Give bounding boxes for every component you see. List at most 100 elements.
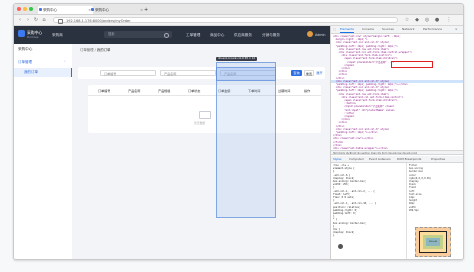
devtools-tab-elements[interactable]: Elements — [340, 27, 354, 33]
user-name[interactable]: Admin — [315, 33, 326, 37]
browser-tab-1[interactable]: 采购中心 × — [38, 6, 93, 14]
minimize-window-icon[interactable] — [23, 7, 27, 11]
devtools-tab-bar: ⬚ Elements Console Sources Network Perfo… — [331, 26, 463, 34]
column-header: 订单编号 — [98, 89, 111, 93]
maximize-window-icon[interactable] — [29, 7, 33, 11]
url-text: 192.168.1.176:8000/orders/myOrder — [66, 19, 131, 23]
computed-pane: Filter box-sizing border-box color rgba(0,… — [406, 163, 463, 259]
properties-tab[interactable]: Properties — [431, 157, 445, 162]
reload-icon[interactable]: ↻ — [33, 17, 39, 23]
menu-icon[interactable]: ⋮ — [446, 17, 452, 23]
brand-subtitle: Purchase — [27, 36, 39, 39]
header-nav-item[interactable]: 分销与服务 — [262, 33, 280, 37]
devtools-tab-sources[interactable]: Sources — [382, 27, 394, 32]
home-icon[interactable]: ⌂ — [41, 17, 47, 23]
product-name-input[interactable]: 产品名称 — [160, 70, 216, 76]
box-model-margin: 269×40 — [415, 227, 451, 257]
drawer-toggle-icon[interactable] — [338, 244, 343, 249]
header-search-input[interactable]: 搜索 — [104, 31, 172, 38]
column-header: 操作 — [304, 89, 311, 93]
css-rule-line[interactable]: padding-left: 0; — [333, 212, 356, 215]
search-icon[interactable] — [164, 32, 169, 38]
styles-tab-bar: Styles Computed Event Listeners DOM Brea… — [331, 156, 463, 163]
header-nav-item[interactable]: 采购商 — [52, 33, 63, 37]
dom-node-line[interactable]: "padding-left: 12px;">…</div> — [336, 131, 378, 134]
devtools-tab-console[interactable]: Console — [362, 27, 374, 32]
breadcrumb: 订单管理 / 我的订单 — [80, 47, 110, 52]
css-rule-line[interactable]: element.style { — [333, 167, 355, 170]
column-header: 过期时间 — [278, 89, 291, 93]
devtools-tab-network[interactable]: Network — [402, 27, 415, 32]
css-rule-line[interactable]: box-sizing: border-box; — [333, 222, 366, 225]
avatar[interactable] — [307, 31, 313, 37]
favicon-icon — [39, 8, 42, 11]
forward-icon[interactable]: › — [25, 17, 31, 23]
inspector-highlight-column — [216, 62, 276, 218]
brand-name: 采购中心 — [27, 30, 43, 35]
css-rule-line[interactable]: display: block; — [333, 231, 355, 234]
devtools-tab-performance[interactable]: Performance — [423, 27, 442, 32]
profile-icon[interactable]: ● — [434, 17, 440, 23]
search-placeholder: 搜索 — [108, 32, 115, 36]
header-nav-item[interactable]: 商品中心 — [210, 33, 224, 37]
header-nav-item[interactable]: 供应商服务 — [234, 33, 252, 37]
browser-window: 采购中心 × 采购中心 × + ‹ › ↻ ⌂ 192.168.1.176:80… — [13, 3, 464, 260]
breadcrumb-current: 我的订单 — [96, 48, 111, 52]
browser-tab-label: 采购中心 — [43, 8, 57, 12]
styles-tab[interactable]: Styles — [333, 157, 341, 162]
logo-icon — [18, 30, 25, 37]
inspector-tooltip: div.ant-col.ant-col-6 58 × 12 — [216, 57, 258, 61]
extension-icon[interactable]: ◆ — [414, 17, 420, 23]
expand-link[interactable]: 展开 — [315, 70, 324, 76]
column-header: 产品名称 — [128, 89, 141, 93]
box-model-content: 269×40 — [426, 238, 440, 246]
empty-state-icon — [197, 109, 211, 119]
order-number-input[interactable]: 订单编号 — [100, 70, 156, 76]
sidebar-group-orders[interactable]: 订单管理 — [18, 60, 32, 65]
browser-tab-label: 采购中心 — [95, 8, 109, 12]
address-bar: ‹ › ↻ ⌂ 192.168.1.176:8000/orders/myOrde… — [14, 15, 463, 26]
header-divider — [88, 95, 321, 96]
app-header: 采购中心 Purchase 采购商 搜索 工单管理 商品中心 供应商服务 分销与… — [14, 26, 330, 44]
annotation-box — [391, 61, 433, 68]
inspector-highlight-element — [216, 67, 276, 81]
close-window-icon[interactable] — [17, 7, 21, 11]
chevron-up-icon[interactable]: ˄ — [64, 60, 66, 64]
back-icon[interactable]: ‹ — [17, 17, 23, 23]
close-devtools-icon[interactable]: × — [455, 27, 458, 32]
favicon-icon — [91, 8, 94, 11]
devtools-panel: ⬚ Elements Console Sources Network Perfo… — [330, 26, 463, 259]
sidebar-title: 采购中心 — [18, 47, 33, 51]
browser-tab-2[interactable]: 采购中心 × — [90, 6, 145, 14]
breadcrumb-separator: / — [94, 48, 96, 52]
column-header: 订单状态 — [188, 89, 201, 93]
empty-state-text: 暂无数据 — [194, 121, 206, 125]
dom-breakpoints-tab[interactable]: DOM Breakpoints — [397, 157, 421, 162]
orders-table: 订单编号 产品名称 产品规格 订单状态 订单金额 下单时间 过期时间 操作 暂无… — [88, 85, 321, 133]
filter-form: 订单编号 产品名称 产品名称 查询 重置 展开 — [78, 67, 325, 79]
sidebar: 采购中心 订单管理 ˄ 我的订单 — [14, 44, 73, 259]
elements-tree: <div class="ant-row" style="margin-left:… — [331, 34, 463, 150]
extension-icon[interactable]: ◎ — [424, 17, 430, 23]
reset-button[interactable]: 重置 — [304, 70, 314, 76]
css-rule-line[interactable]: flex: 0 0 auto; — [333, 196, 355, 199]
lock-icon — [58, 19, 63, 24]
dom-breadcrumbs[interactable]: html body div#root div section main div … — [331, 150, 463, 155]
new-tab-button[interactable]: + — [142, 6, 152, 14]
browser-tab-bar: 采购中心 × 采购中心 × + — [14, 4, 463, 15]
query-button[interactable]: 查询 — [291, 70, 302, 76]
url-input[interactable]: 192.168.1.176:8000/orders/myOrder — [53, 17, 398, 24]
event-listeners-tab[interactable]: Event Listeners — [369, 157, 391, 162]
css-rule-line[interactable]: } — [333, 234, 334, 237]
css-rule-line[interactable]: width: 25%; — [333, 183, 349, 186]
star-icon[interactable]: ☆ — [404, 17, 410, 23]
header-nav-item[interactable]: 工单管理 — [186, 33, 200, 37]
box-model-padding: 269×40 — [423, 235, 443, 249]
box-model-border: 269×40 — [419, 231, 447, 253]
computed-property-line[interactable]: 269.5px — [409, 209, 419, 212]
inspect-icon[interactable]: ⬚ — [333, 27, 336, 32]
sidebar-item-my-orders[interactable]: 我的订单 — [14, 68, 72, 77]
column-header: 产品规格 — [158, 89, 171, 93]
computed-tab[interactable]: Computed — [349, 157, 364, 162]
breadcrumb-root[interactable]: 订单管理 — [80, 48, 94, 52]
